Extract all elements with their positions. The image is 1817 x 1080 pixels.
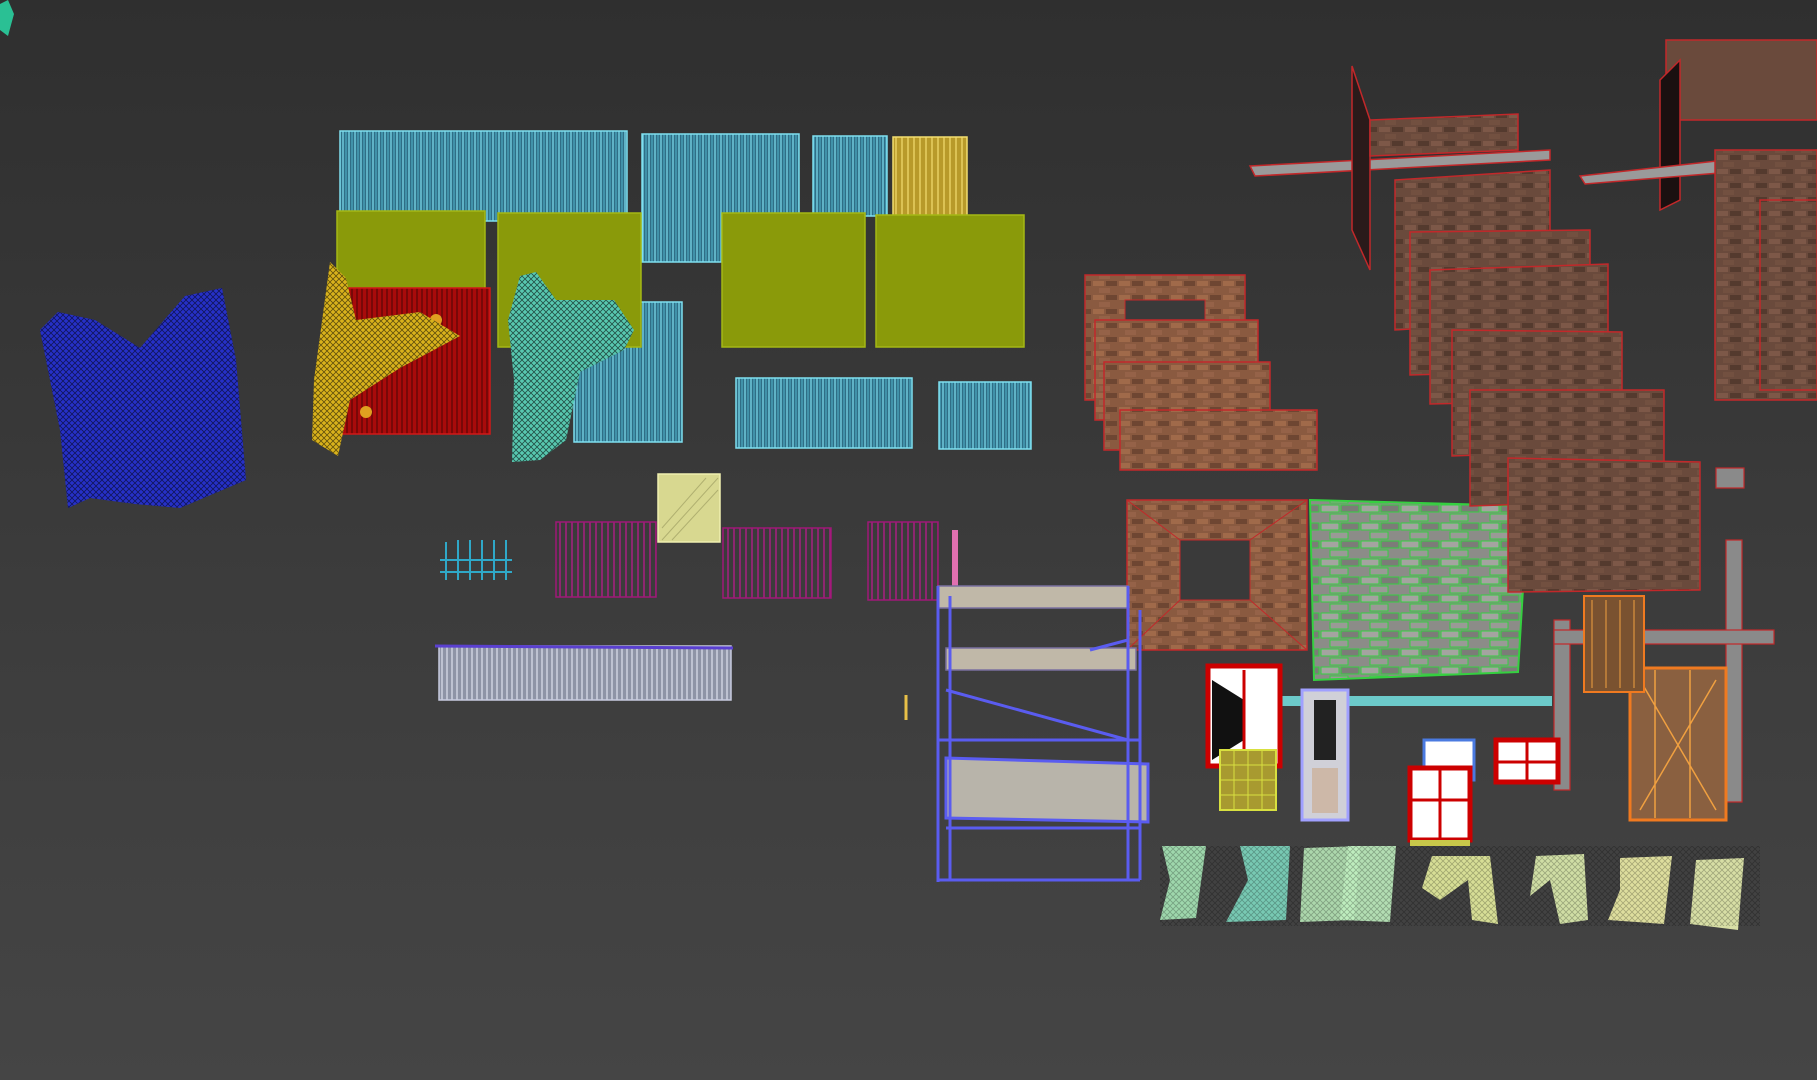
scaffolding[interactable] — [904, 585, 1150, 882]
cloth-blue[interactable] — [40, 288, 246, 508]
window-red-3[interactable] — [1493, 737, 1561, 785]
tile-pale-yellow[interactable] — [657, 473, 721, 543]
curtains[interactable] — [1160, 846, 1760, 930]
3d-viewport[interactable] — [0, 0, 1817, 1080]
brick-wall-front[interactable] — [1126, 499, 1308, 651]
window-red-2[interactable] — [1407, 765, 1473, 846]
fence-cyan-small[interactable] — [440, 540, 512, 580]
window-orange-small[interactable] — [1583, 595, 1645, 693]
scene-canvas[interactable] — [0, 0, 1817, 1080]
brick-rooms[interactable] — [1248, 39, 1817, 803]
balcony-rail-grey[interactable] — [434, 644, 734, 701]
window-yellow-grid[interactable] — [1219, 749, 1277, 811]
cloth-fragment-green[interactable] — [0, 0, 14, 36]
door-glass[interactable] — [1300, 688, 1350, 822]
